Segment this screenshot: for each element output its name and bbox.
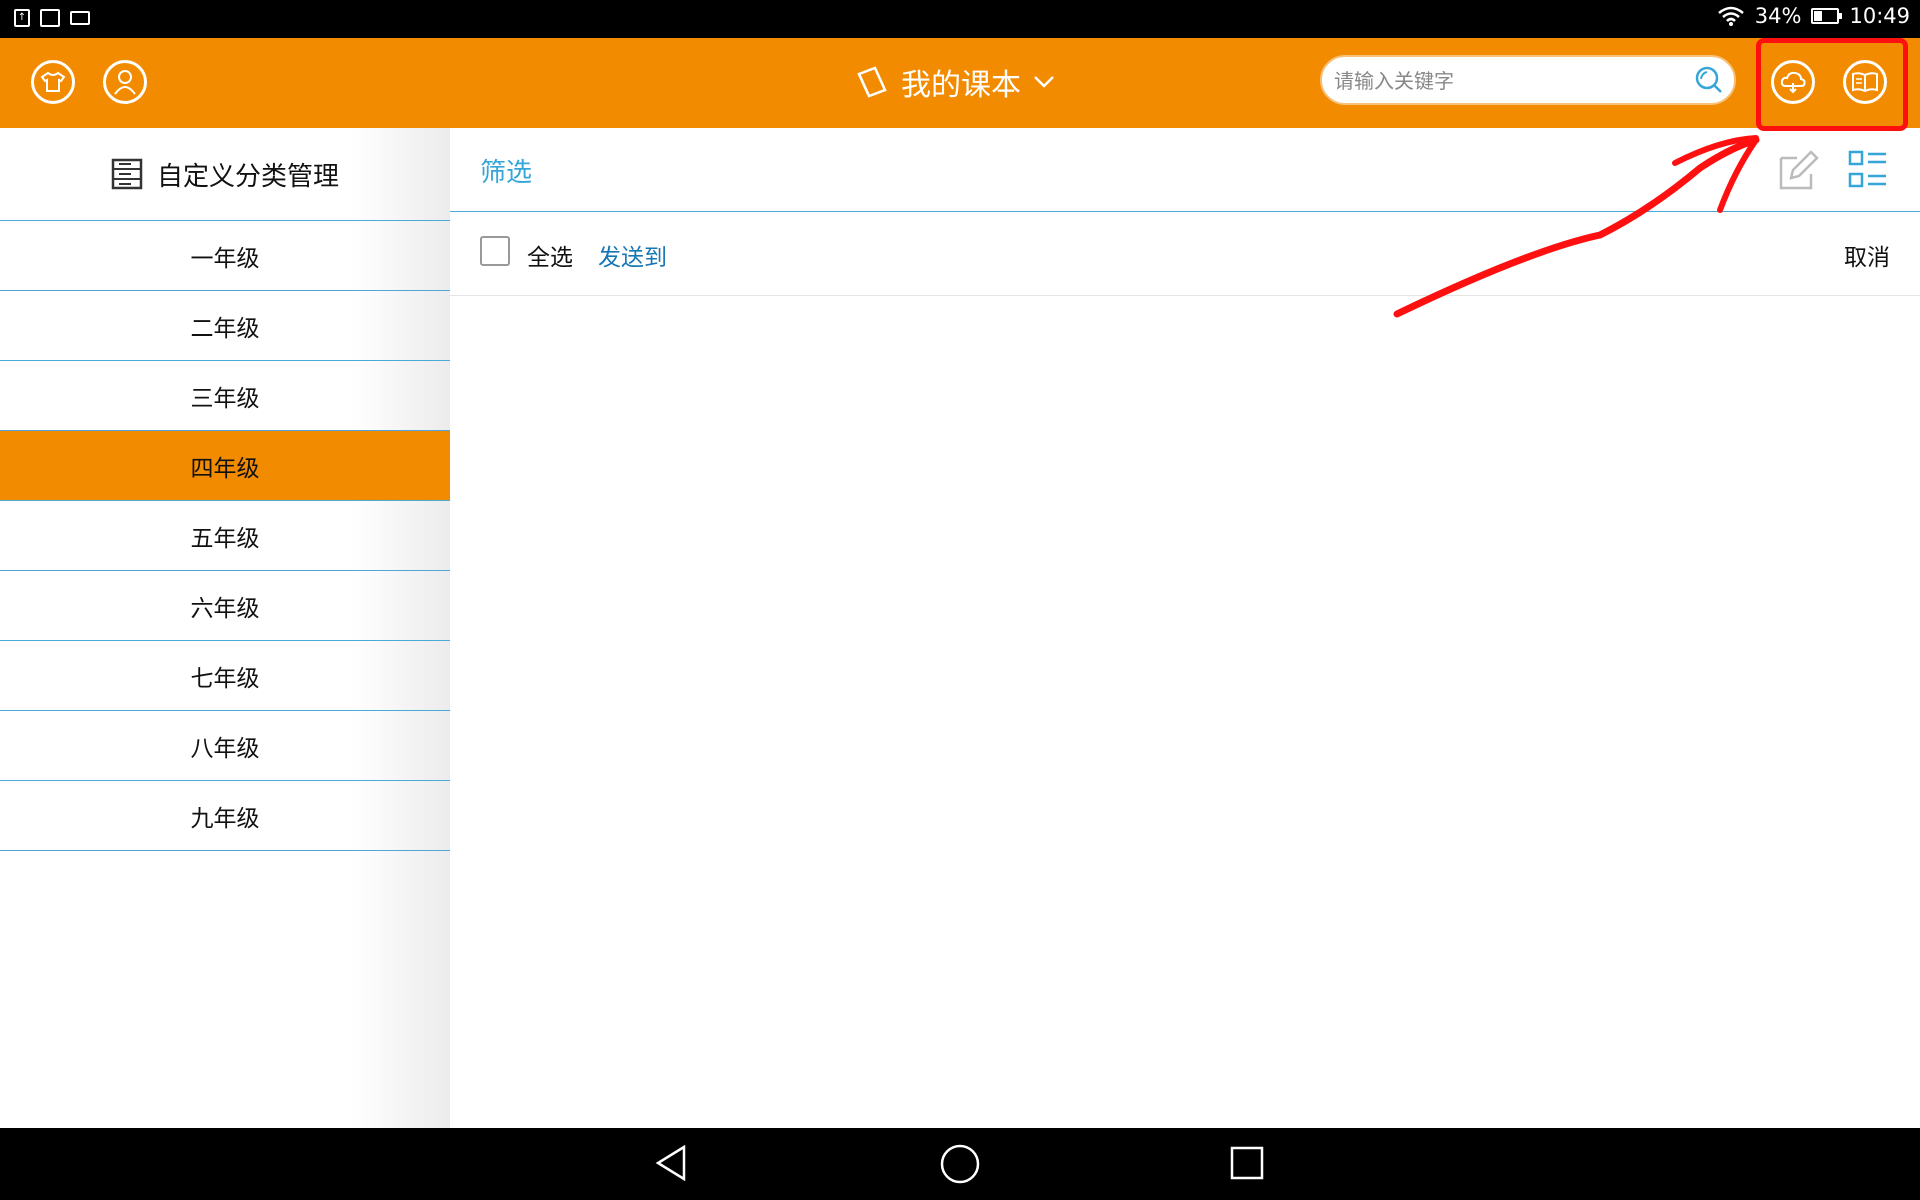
sidebar-item[interactable]: 八年级: [0, 710, 450, 780]
battery-icon: [1811, 8, 1843, 24]
shirt-icon[interactable]: [31, 60, 75, 104]
sidebar-item[interactable]: 九年级: [0, 780, 450, 850]
sidebar-item[interactable]: 六年级: [0, 570, 450, 640]
notification-icon: ↑: [14, 9, 30, 27]
search-icon[interactable]: [1694, 65, 1724, 95]
image-icon: [40, 9, 60, 27]
sidebar-item[interactable]: 四年级: [0, 430, 450, 500]
recents-icon[interactable]: [1228, 1144, 1268, 1184]
keyboard-icon: [70, 11, 90, 25]
edit-icon[interactable]: [1777, 148, 1821, 192]
sidebar-item[interactable]: 五年级: [0, 500, 450, 570]
main-content: 筛选 全选 发送到 取消: [450, 128, 1920, 1128]
system-nav-bar: [0, 1128, 1920, 1200]
home-icon[interactable]: [938, 1142, 982, 1186]
filter-bar: 筛选: [450, 128, 1920, 212]
user-icon[interactable]: [103, 60, 147, 104]
chevron-down-icon: [1034, 76, 1054, 88]
textbook-icon: [857, 66, 887, 98]
list-view-icon[interactable]: [1848, 150, 1888, 190]
filter-button[interactable]: 筛选: [480, 152, 532, 189]
status-bar: ↑ 34% 10:49: [0, 0, 1920, 38]
page-title: 我的课本: [901, 68, 1021, 103]
select-all-checkbox[interactable]: [480, 236, 510, 266]
sidebar-item[interactable]: 一年级: [0, 220, 450, 290]
selection-bar: 全选 发送到 取消: [450, 212, 1920, 296]
category-sidebar: 自定义分类管理 一年级 二年级 三年级 四年级 五年级 六年级 七年级 八年级 九年级: [0, 128, 450, 1128]
annotation-highlight-box: [1756, 38, 1908, 131]
sidebar-divider: [0, 850, 450, 851]
select-all-label[interactable]: 全选: [527, 238, 573, 272]
title-dropdown[interactable]: 我的课本: [855, 60, 1055, 104]
battery-percent: 34%: [1754, 4, 1802, 28]
wifi-icon: [1717, 6, 1744, 26]
cancel-button[interactable]: 取消: [1844, 238, 1890, 272]
back-icon[interactable]: [652, 1143, 692, 1183]
search-input[interactable]: [1332, 67, 1676, 95]
sidebar-header[interactable]: 自定义分类管理: [0, 128, 450, 220]
sidebar-title: 自定义分类管理: [156, 161, 339, 192]
sidebar-item[interactable]: 七年级: [0, 640, 450, 710]
category-manage-icon: [111, 158, 143, 190]
sidebar-item[interactable]: 二年级: [0, 290, 450, 360]
sidebar-item[interactable]: 三年级: [0, 360, 450, 430]
app-header: 我的课本: [0, 38, 1920, 128]
status-time: 10:49: [1849, 4, 1910, 28]
send-to-button[interactable]: 发送到: [598, 238, 667, 272]
search-box: [1320, 55, 1736, 105]
